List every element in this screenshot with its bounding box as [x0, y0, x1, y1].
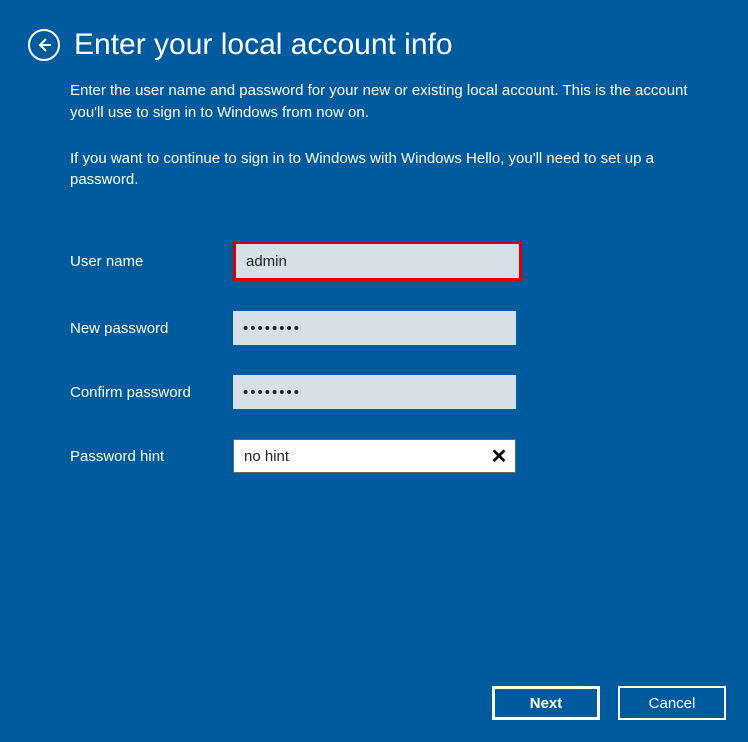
back-button[interactable] [28, 29, 60, 61]
confirm-password-input[interactable] [233, 375, 516, 409]
password-hint-label: Password hint [70, 448, 233, 465]
cancel-button[interactable]: Cancel [618, 686, 726, 720]
username-input[interactable] [236, 244, 519, 278]
description-secondary: If you want to continue to sign in to Wi… [70, 148, 698, 192]
close-icon: ✕ [491, 444, 508, 469]
clear-hint-button[interactable]: ✕ [488, 445, 510, 467]
username-label: User name [70, 253, 233, 270]
new-password-input[interactable] [233, 311, 516, 345]
arrow-left-icon [36, 37, 52, 53]
page-title: Enter your local account info [74, 28, 453, 62]
description-primary: Enter the user name and password for you… [70, 80, 698, 124]
confirm-password-label: Confirm password [70, 384, 233, 401]
password-hint-input[interactable] [233, 439, 516, 473]
username-highlight [233, 241, 522, 281]
new-password-label: New password [70, 320, 233, 337]
next-button[interactable]: Next [492, 686, 600, 720]
